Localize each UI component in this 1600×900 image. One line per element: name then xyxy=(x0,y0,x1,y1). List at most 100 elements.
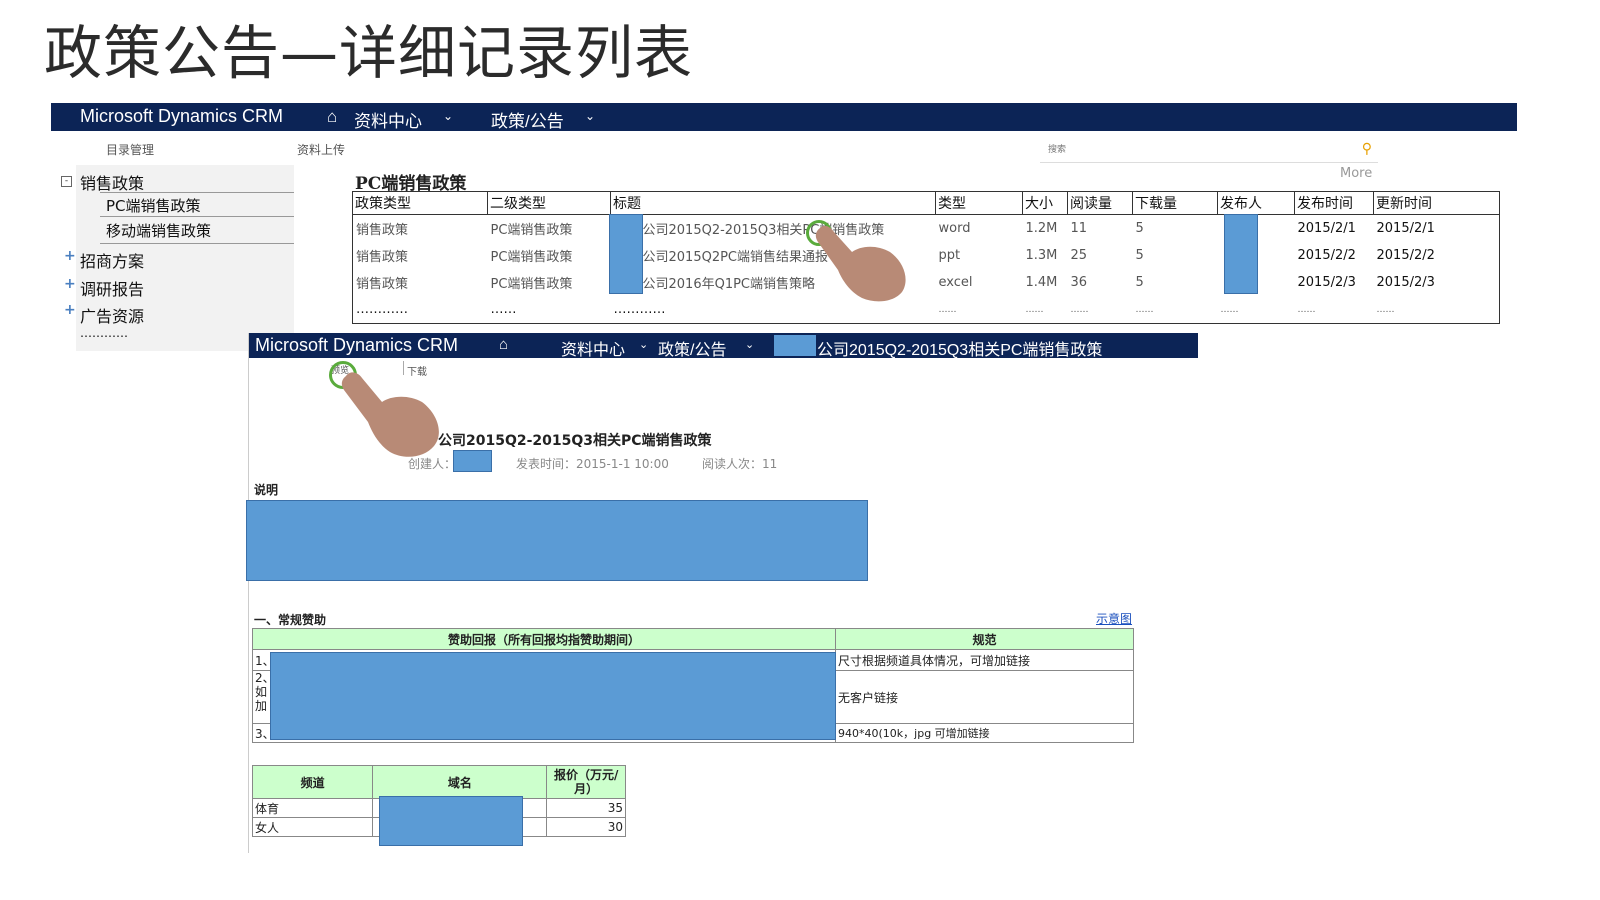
redaction-block xyxy=(453,450,492,472)
menu-resource-center[interactable]: 资料中心 xyxy=(354,107,422,132)
cell: PC端销售政策 xyxy=(490,250,573,265)
cell: …… xyxy=(1025,304,1044,315)
tree-item-ads[interactable]: 广告资源 xyxy=(80,303,144,327)
collapse-icon[interactable]: - xyxy=(61,176,72,187)
sponsor-header-right: 规范 xyxy=(835,628,1134,650)
redaction-block xyxy=(270,652,836,740)
catalog-management-link[interactable]: 目录管理 xyxy=(106,141,154,158)
chevron-down-icon[interactable]: ⌄ xyxy=(639,338,648,351)
cell: 销售政策 xyxy=(356,250,409,265)
upload-link[interactable]: 资料上传 xyxy=(297,141,345,158)
redaction-block xyxy=(1224,214,1258,294)
price-header-channel: 频道 xyxy=(251,765,374,799)
col-header[interactable]: 下载量 xyxy=(1132,191,1218,215)
price-cell: 35 xyxy=(546,798,626,818)
redaction-block xyxy=(609,214,643,294)
pointer-hand-icon xyxy=(341,372,439,457)
chevron-down-icon[interactable]: ⌄ xyxy=(745,338,754,351)
cell: …… xyxy=(1070,304,1089,315)
cell: 销售政策 xyxy=(356,277,409,292)
cell: 1.3M xyxy=(1025,248,1058,263)
chevron-down-icon[interactable]: ⌄ xyxy=(585,109,595,123)
price-cell: 30 xyxy=(546,817,626,837)
cell: 25 xyxy=(1070,248,1088,263)
record-table: 政策类型 二级类型 标题 类型 大小 阅读量 下载量 发布人 发布时间 更新时间… xyxy=(352,191,1500,324)
cell: …… xyxy=(490,302,517,317)
col-header[interactable]: 类型 xyxy=(935,191,1023,215)
expand-icon[interactable]: + xyxy=(64,248,76,264)
tree-ellipsis: ………… xyxy=(80,326,128,340)
expand-icon[interactable]: + xyxy=(64,276,76,292)
tree-item-mobile-policy[interactable]: 移动端销售政策 xyxy=(106,220,211,241)
col-header[interactable]: 二级类型 xyxy=(487,191,611,215)
read-count: 阅读人次：11 xyxy=(702,457,778,471)
cell: 2015/2/2 xyxy=(1376,248,1435,263)
col-header[interactable]: 发布时间 xyxy=(1294,191,1374,215)
col-header[interactable]: 发布人 xyxy=(1217,191,1295,215)
chevron-down-icon[interactable]: ⌄ xyxy=(443,109,453,123)
tree-item-recruit[interactable]: 招商方案 xyxy=(80,248,144,272)
cell: excel xyxy=(938,275,973,290)
cell: 5 xyxy=(1135,275,1144,290)
price-cell: 女人 xyxy=(251,817,374,837)
home-icon[interactable]: ⌂ xyxy=(499,336,508,353)
cell: word xyxy=(938,221,971,236)
cell: …… xyxy=(938,304,957,315)
more-link[interactable]: More xyxy=(1340,166,1372,181)
cell: 2015/2/3 xyxy=(1297,275,1356,290)
cell: ………… xyxy=(356,302,408,317)
home-icon[interactable]: ⌂ xyxy=(327,107,337,127)
table-row[interactable]: 销售政策 PC端销售政策 公司2015Q2PC端销售结果通报 ppt 1.3M … xyxy=(353,242,1500,269)
cell: 2015/2/1 xyxy=(1297,221,1356,236)
divider xyxy=(100,216,294,217)
spec-cell: 尺寸根据频道具体情况，可增加链接 xyxy=(835,649,1134,671)
detail-menu-resource[interactable]: 资料中心 xyxy=(561,336,625,360)
spec-cell: 940*40(10k，jpg 可增加链接 xyxy=(835,723,1134,743)
cell: 2015/2/3 xyxy=(1376,275,1435,290)
creator-label: 创建人： xyxy=(408,457,457,471)
table-header-row: 政策类型 二级类型 标题 类型 大小 阅读量 下载量 发布人 发布时间 更新时间 xyxy=(352,191,1500,215)
detail-brand-label: Microsoft Dynamics CRM xyxy=(255,335,459,355)
cell: 2015/2/1 xyxy=(1376,221,1435,236)
tree-item-sales-policy[interactable]: 销售政策 xyxy=(80,170,144,194)
detail-menu-policy[interactable]: 政策/公告 xyxy=(658,336,726,360)
cell: 5 xyxy=(1135,248,1144,263)
col-header[interactable]: 标题 xyxy=(610,191,936,215)
col-header[interactable]: 大小 xyxy=(1022,191,1068,215)
redaction-block xyxy=(246,500,868,581)
cell: 11 xyxy=(1070,221,1088,236)
table-row[interactable]: 销售政策 PC端销售政策 公司2015Q2-2015Q3相关PC端销售政策 wo… xyxy=(353,215,1500,243)
price-cell: 体育 xyxy=(251,798,374,818)
menu-policy[interactable]: 政策/公告 xyxy=(491,107,564,132)
cell: PC端销售政策 xyxy=(490,223,573,238)
search-input[interactable]: 搜索 xyxy=(1048,142,1066,155)
table-row[interactable]: 销售政策 PC端销售政策 公司2016年Q1PC端销售策略 excel 1.4M… xyxy=(353,269,1500,296)
table-row: ………… …… ………… …… …… …… …… …… …… …… xyxy=(353,296,1500,324)
search-icon[interactable]: ⚲ xyxy=(1362,141,1372,157)
redaction-block xyxy=(379,796,523,846)
expand-icon[interactable]: + xyxy=(64,302,76,318)
cell: 5 xyxy=(1135,221,1144,236)
row-label: 如 xyxy=(255,685,268,699)
diagram-link[interactable]: 示意图 xyxy=(1096,610,1132,627)
tree-item-pc-policy[interactable]: PC端销售政策 xyxy=(106,195,201,216)
cell: PC端销售政策 xyxy=(490,277,573,292)
cell: …… xyxy=(1376,304,1395,315)
detail-nav: Microsoft Dynamics CRM ⌂ 资料中心 ⌄ 政策/公告 ⌄ … xyxy=(249,333,1198,360)
col-header[interactable]: 政策类型 xyxy=(352,191,488,215)
cell: 36 xyxy=(1070,275,1088,290)
price-header-price: 报价（万元/月） xyxy=(546,765,626,799)
brand-label: Microsoft Dynamics CRM xyxy=(80,106,284,126)
section-title: 一、常规赞助 xyxy=(254,613,327,627)
cell: …… xyxy=(1220,304,1239,315)
spec-cell: 无客户链接 xyxy=(835,670,1134,724)
tree-item-research[interactable]: 调研报告 xyxy=(80,276,144,300)
row-label: 加 xyxy=(255,699,268,713)
pointer-hand-icon xyxy=(815,225,906,302)
doc-title: 公司2015Q2-2015Q3相关PC端销售政策 xyxy=(438,433,712,449)
search-box[interactable]: 搜索 ⚲ xyxy=(1040,138,1378,163)
col-header[interactable]: 阅读量 xyxy=(1067,191,1133,215)
col-header[interactable]: 更新时间 xyxy=(1373,191,1500,215)
detail-breadcrumb: 公司2015Q2-2015Q3相关PC端销售政策 xyxy=(817,342,1103,359)
publish-time: 发表时间：2015-1-1 10:00 xyxy=(516,457,669,471)
